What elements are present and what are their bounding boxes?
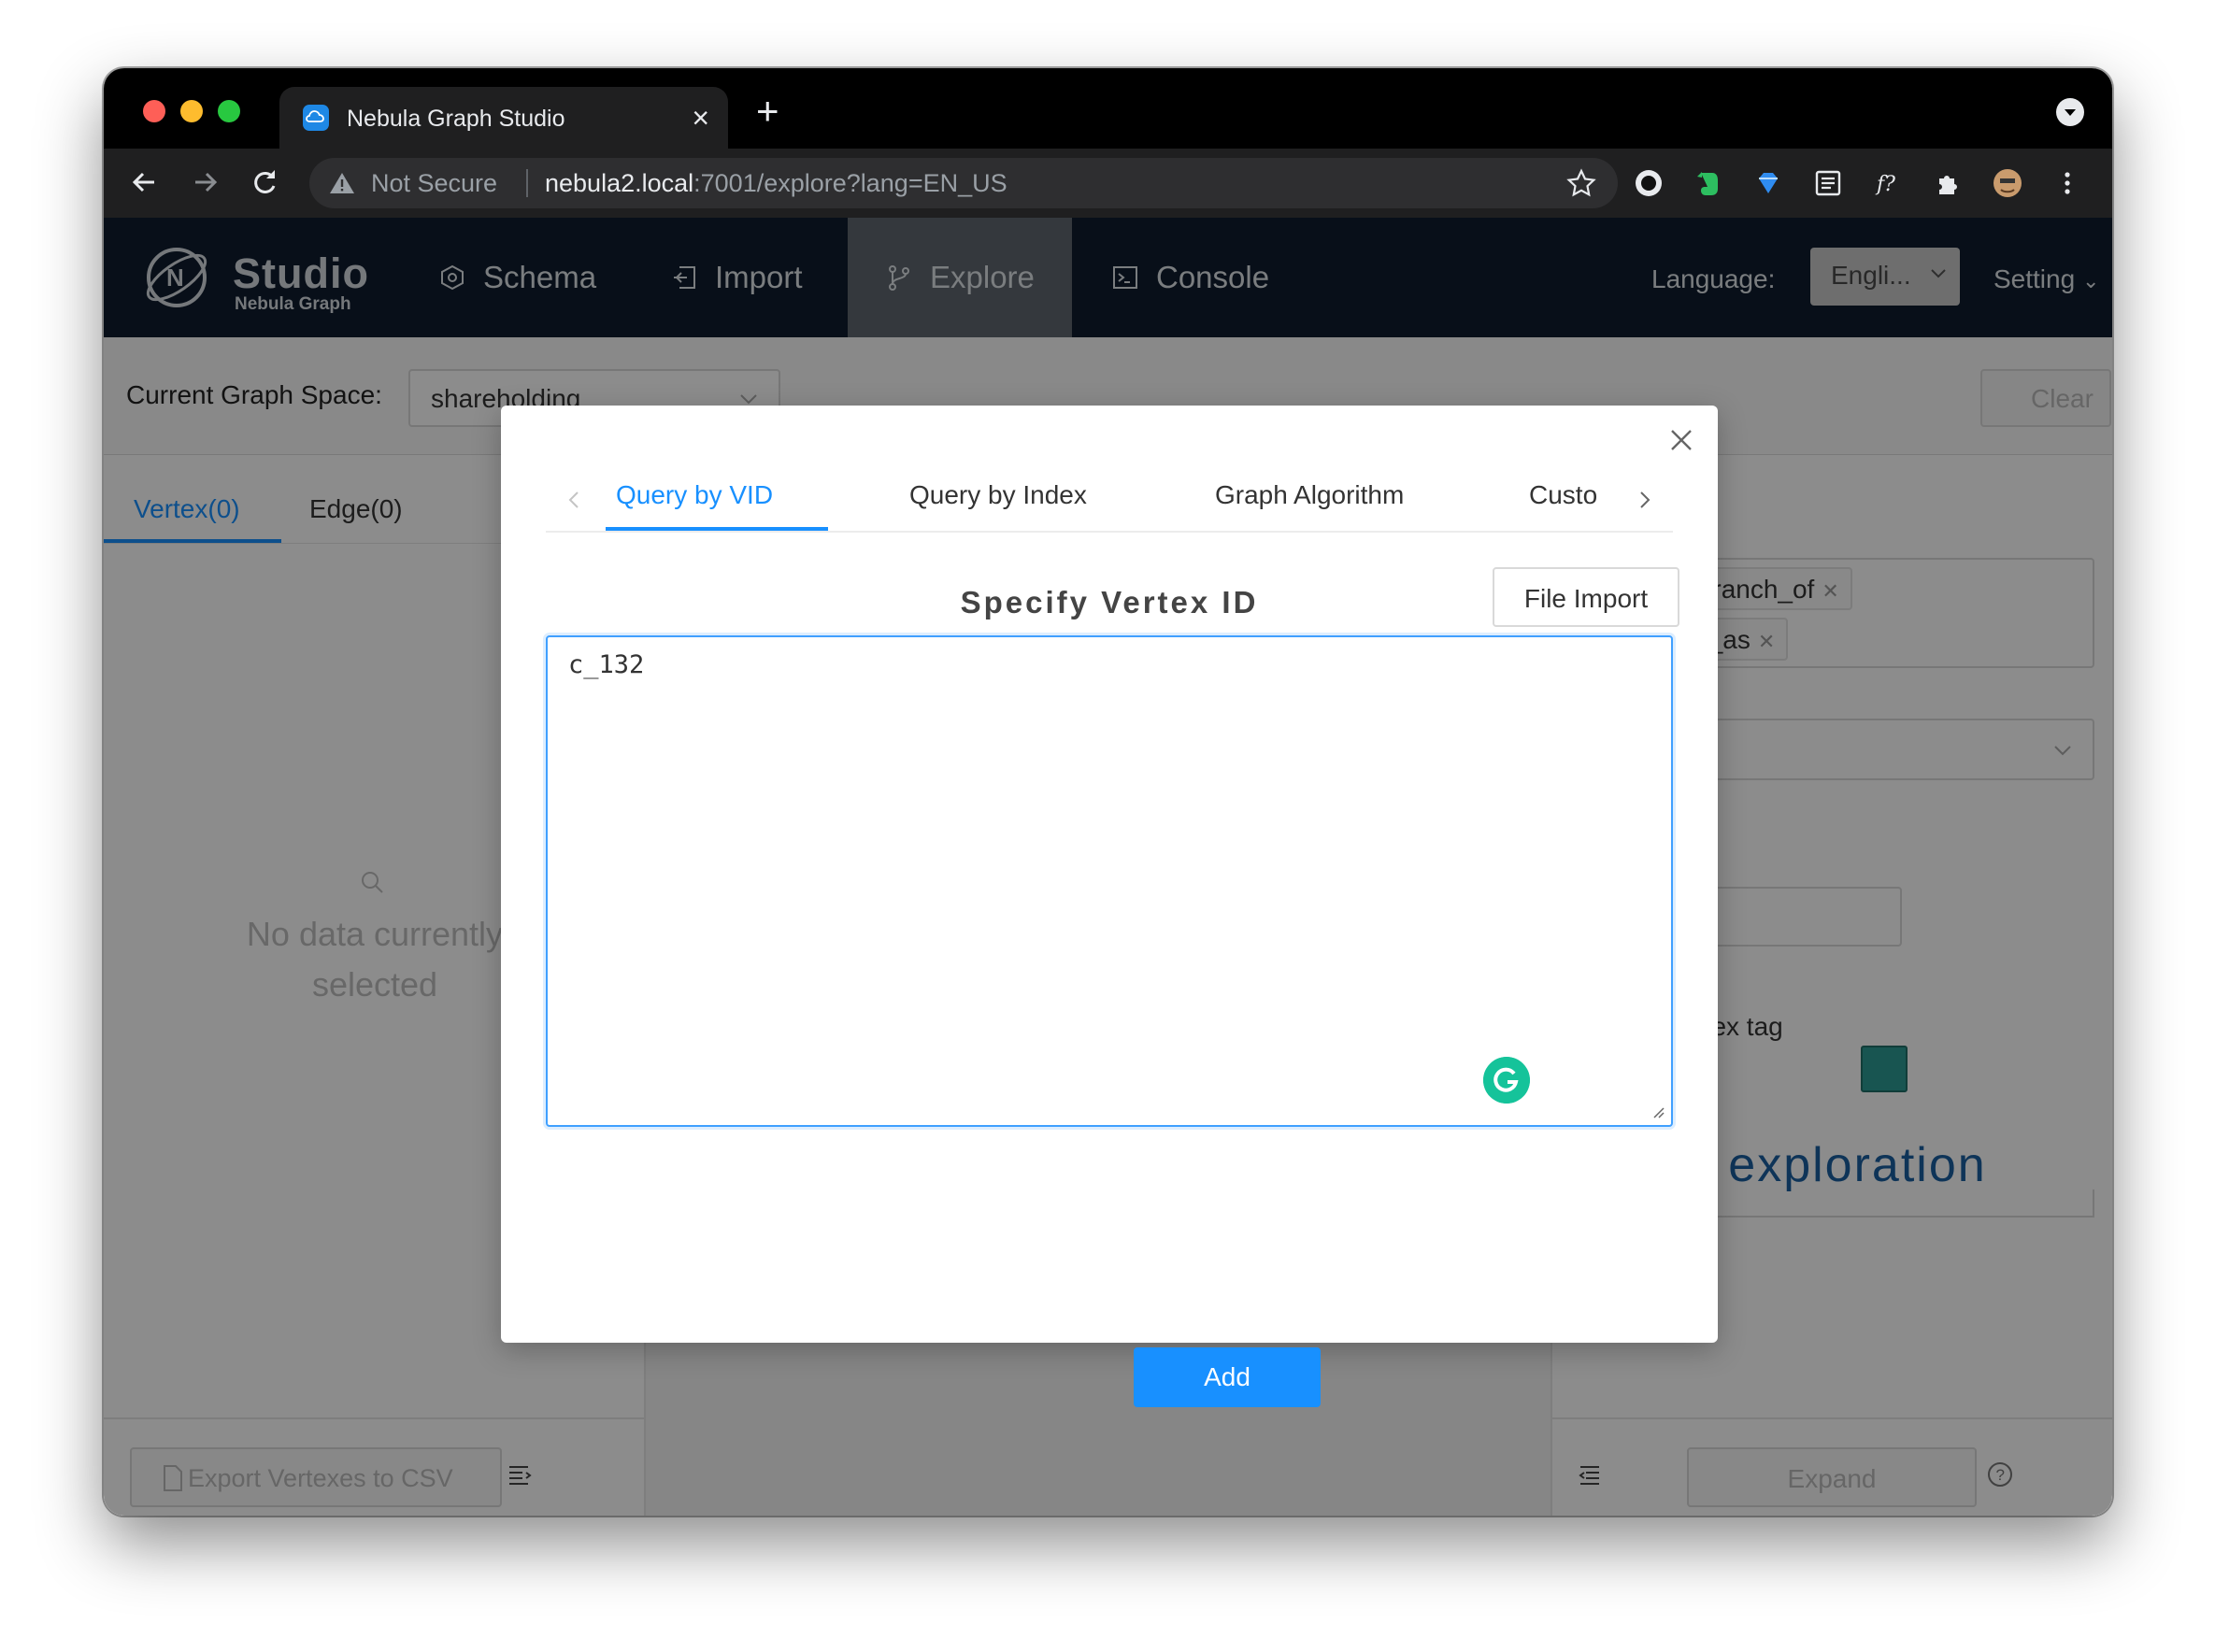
url-path: :7001/explore?lang=EN_US bbox=[693, 169, 1007, 197]
tab-close-icon[interactable]: × bbox=[692, 100, 709, 135]
extension-circle-icon[interactable] bbox=[1633, 167, 1665, 199]
browser-menu-icon[interactable] bbox=[2051, 167, 2083, 199]
add-button[interactable]: Add bbox=[1134, 1347, 1321, 1407]
chevron-left-icon[interactable] bbox=[566, 490, 581, 510]
tab-search-icon[interactable] bbox=[2056, 98, 2084, 126]
tab-title: Nebula Graph Studio bbox=[347, 106, 565, 132]
profile-avatar-icon[interactable] bbox=[1992, 167, 2023, 199]
tab-custom[interactable]: Custo bbox=[1529, 480, 1608, 510]
not-secure-label: Not Secure bbox=[371, 169, 498, 197]
warning-icon[interactable] bbox=[328, 169, 356, 197]
reload-icon[interactable] bbox=[244, 162, 285, 203]
evernote-icon[interactable] bbox=[1693, 167, 1724, 199]
url-host: nebula2.local bbox=[545, 169, 694, 197]
formula-extension-icon[interactable]: f? bbox=[1872, 167, 1904, 199]
close-icon[interactable] bbox=[1667, 426, 1695, 454]
omnibox-divider bbox=[526, 169, 528, 197]
tab-query-by-index[interactable]: Query by Index bbox=[909, 480, 1087, 510]
browser-window: Nebula Graph Studio × + Not Secure nebul… bbox=[104, 68, 2112, 1516]
maximize-window-button[interactable] bbox=[218, 100, 240, 122]
tab-query-by-vid[interactable]: Query by VID bbox=[616, 480, 773, 510]
address-bar[interactable]: Not Secure nebula2.local:7001/explore?la… bbox=[309, 158, 1618, 208]
tab-graph-algorithm[interactable]: Graph Algorithm bbox=[1215, 480, 1404, 510]
nebula-favicon-icon bbox=[303, 105, 329, 131]
minimize-window-button[interactable] bbox=[180, 100, 203, 122]
bookmark-star-icon[interactable] bbox=[1565, 167, 1597, 199]
tab-strip: Nebula Graph Studio × + bbox=[104, 68, 2112, 149]
forward-arrow-icon[interactable] bbox=[184, 162, 225, 203]
resize-grip-icon[interactable] bbox=[1651, 1105, 1665, 1118]
svg-text:f?: f? bbox=[1875, 173, 1895, 196]
file-import-button[interactable]: File Import bbox=[1493, 567, 1679, 627]
url-text[interactable]: nebula2.local:7001/explore?lang=EN_US bbox=[545, 169, 1007, 198]
back-arrow-icon[interactable] bbox=[124, 162, 165, 203]
gem-icon[interactable] bbox=[1752, 167, 1784, 199]
vid-textarea[interactable]: c_132 bbox=[546, 635, 1673, 1127]
reader-icon[interactable] bbox=[1812, 167, 1844, 199]
chevron-right-icon[interactable] bbox=[1637, 490, 1652, 510]
new-tab-button[interactable]: + bbox=[756, 91, 779, 132]
tab-divider bbox=[546, 531, 1673, 533]
browser-tab[interactable]: Nebula Graph Studio × bbox=[279, 87, 728, 149]
browser-toolbar: Not Secure nebula2.local:7001/explore?la… bbox=[104, 149, 2112, 218]
puzzle-extensions-icon[interactable] bbox=[1932, 167, 1964, 199]
query-modal: Query by VID Query by Index Graph Algori… bbox=[501, 406, 1718, 1407]
grammarly-icon[interactable] bbox=[1483, 1057, 1530, 1104]
close-window-button[interactable] bbox=[143, 100, 165, 122]
